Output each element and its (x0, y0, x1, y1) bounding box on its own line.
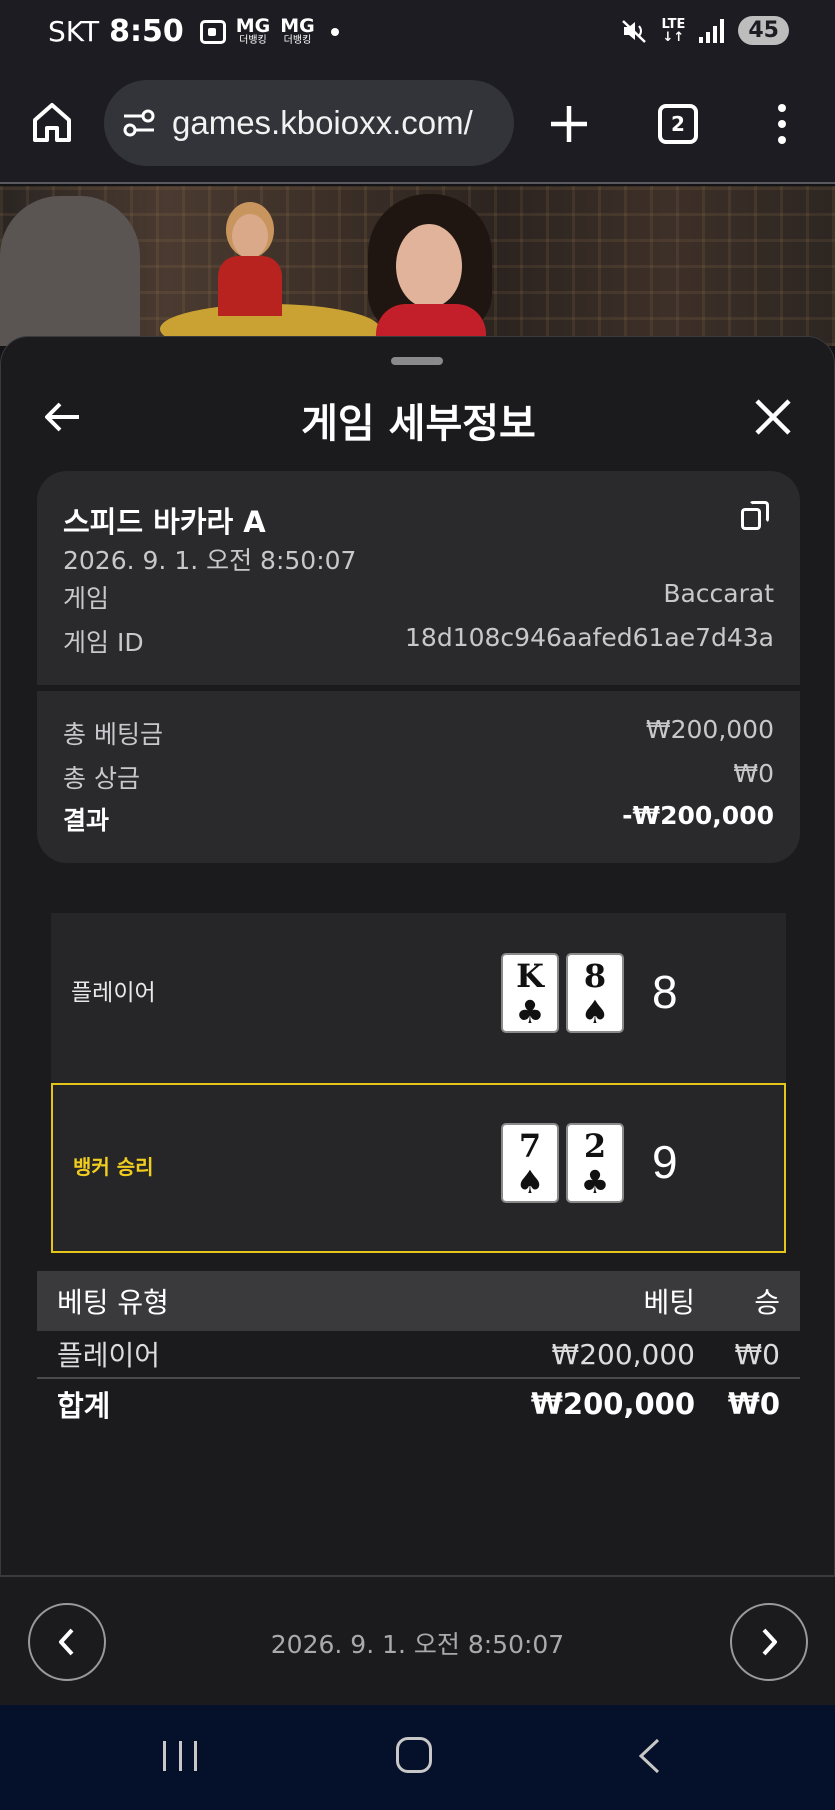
main-dealer (360, 194, 500, 346)
mg-sublabel-2: 더뱅킹 (283, 35, 312, 46)
tune-icon[interactable] (122, 108, 156, 138)
total-bet-cell: ₩200,000 (530, 1387, 695, 1421)
player-hand-label: 플레이어 (71, 980, 156, 1006)
header-bet-type: 베팅 유형 (57, 1286, 169, 1319)
banker-hand-label: 뱅커 승리 (73, 1155, 154, 1179)
total-bet-row: 총 베팅금 ₩200,000 (63, 715, 774, 751)
mg-label-2: MG (280, 15, 315, 37)
lte-label: LTE (661, 16, 686, 32)
game-type-label: 게임 (63, 584, 110, 613)
result-label: 결과 (63, 806, 110, 835)
more-notifications-dot-icon (330, 27, 339, 36)
gallery-notification-icon (199, 19, 226, 44)
back-icon[interactable] (636, 1737, 662, 1775)
mg-notification-icon: MG 더뱅킹 (236, 17, 271, 46)
header-bet: 베팅 (643, 1286, 695, 1319)
address-bar[interactable]: games.kboioxx.com/ (104, 80, 514, 166)
card-rank: 2 (583, 1127, 607, 1165)
status-bar-right: LTE ↓↑ 45 (621, 16, 789, 45)
table-total-row: 합계 ₩200,000 ₩0 (37, 1379, 800, 1429)
banker-card-2: 2 ♣ (566, 1123, 624, 1203)
signal-icon (699, 18, 725, 43)
game-datetime: 2026. 9. 1. 오전 8:50:07 (63, 546, 357, 575)
card-suit: ♣ (515, 993, 545, 1031)
background-dealer (210, 206, 290, 346)
game-info-card: 스피드 바카라 A 2026. 9. 1. 오전 8:50:07 게임 Bacc… (37, 471, 800, 863)
status-bar-left: SKT 8:50 MG 더뱅킹 MG 더뱅킹 (48, 14, 339, 49)
bets-table: 베팅 유형 베팅 승 플레이어 ₩200,000 ₩0 합계 ₩200,000 … (37, 1271, 800, 1429)
win-amount-cell: ₩0 (734, 1337, 781, 1371)
bets-table-header: 베팅 유형 베팅 승 (37, 1271, 800, 1331)
result-row: 결과 -₩200,000 (63, 801, 774, 837)
banker-hand: 뱅커 승리 7 ♠ 2 ♣ 9 (51, 1083, 786, 1253)
total-win-row: 총 상금 ₩0 (63, 759, 774, 795)
card-suit: ♠ (580, 993, 610, 1031)
total-bet-label: 총 베팅금 (63, 720, 163, 749)
game-details-sheet: 게임 세부정보 스피드 바카라 A 2026. 9. 1. 오전 8:50:07… (0, 336, 835, 1706)
mg-notification-icon-2: MG 더뱅킹 (280, 17, 315, 46)
url-text[interactable]: games.kboioxx.com/ (172, 104, 473, 142)
total-label-cell: 합계 (57, 1389, 111, 1423)
live-video-stream (0, 186, 835, 346)
game-type-value: Baccarat (663, 579, 774, 608)
lte-icon: LTE ↓↑ (661, 16, 686, 45)
game-name: 스피드 바카라 A (63, 505, 266, 539)
card-rank: 7 (518, 1127, 542, 1165)
header-win: 승 (754, 1286, 780, 1319)
player-card-2: 8 ♠ (566, 953, 624, 1033)
card-rank: 8 (583, 957, 607, 995)
game-id-row: 게임 ID 18d108c946aafed61ae7d43a (63, 623, 774, 659)
divider (37, 685, 800, 691)
game-id-label: 게임 ID (63, 628, 144, 657)
status-bar: SKT 8:50 MG 더뱅킹 MG 더뱅킹 LTE ↓↑ 45 (0, 0, 835, 70)
card-suit: ♣ (580, 1163, 610, 1201)
copy-icon[interactable] (741, 501, 769, 531)
sheet-header: 게임 세부정보 (1, 373, 835, 463)
mg-label: MG (235, 15, 271, 37)
player-score: 8 (652, 966, 678, 1018)
tab-count: 2 (671, 112, 685, 136)
clock: 8:50 (109, 14, 184, 49)
card-rank: K (516, 957, 544, 995)
sheet-title: 게임 세부정보 (301, 401, 536, 447)
chevron-right-icon (762, 1628, 777, 1656)
bet-amount-cell: ₩200,000 (551, 1337, 695, 1371)
game-summary: 스피드 바카라 A 2026. 9. 1. 오전 8:50:07 게임 Bacc… (37, 471, 800, 685)
game-type-row: 게임 Baccarat (63, 579, 774, 615)
total-win-value: ₩0 (733, 759, 774, 788)
plus-icon[interactable] (547, 102, 591, 146)
card-suit: ♠ (515, 1163, 545, 1201)
table-row: 플레이어 ₩200,000 ₩0 (37, 1331, 800, 1379)
person-left-figure (0, 196, 140, 346)
round-datetime: 2026. 9. 1. 오전 8:50:07 (270, 1630, 565, 1659)
carrier-label: SKT (48, 15, 100, 48)
drag-handle[interactable] (391, 357, 443, 365)
total-bet-value: ₩200,000 (645, 715, 774, 744)
more-vert-icon[interactable] (775, 104, 789, 144)
total-win-label: 총 상금 (63, 764, 140, 793)
mute-icon (622, 19, 647, 43)
mg-sublabel: 더뱅킹 (239, 35, 267, 46)
browser-toolbar: games.kboioxx.com/ 2 (0, 70, 835, 184)
recent-apps-icon[interactable] (163, 1741, 197, 1771)
banker-score: 9 (652, 1136, 678, 1188)
home-circle-icon[interactable] (396, 1737, 432, 1773)
round-navigation: 2026. 9. 1. 오전 8:50:07 (0, 1575, 835, 1705)
game-id-value: 18d108c946aafed61ae7d43a (405, 623, 774, 652)
battery-indicator: 45 (738, 16, 789, 45)
tabs-icon[interactable]: 2 (658, 104, 698, 144)
system-navigation-bar (0, 1705, 835, 1810)
result-value: -₩200,000 (622, 801, 774, 830)
bet-type-cell: 플레이어 (57, 1339, 161, 1372)
total-win-cell: ₩0 (727, 1387, 780, 1421)
home-icon[interactable] (30, 100, 74, 144)
banker-card-1: 7 ♠ (501, 1123, 559, 1203)
player-card-1: K ♣ (501, 953, 559, 1033)
next-round-button[interactable] (730, 1603, 808, 1681)
player-hand: 플레이어 K ♣ 8 ♠ 8 (51, 913, 786, 1083)
close-icon[interactable] (753, 397, 793, 437)
